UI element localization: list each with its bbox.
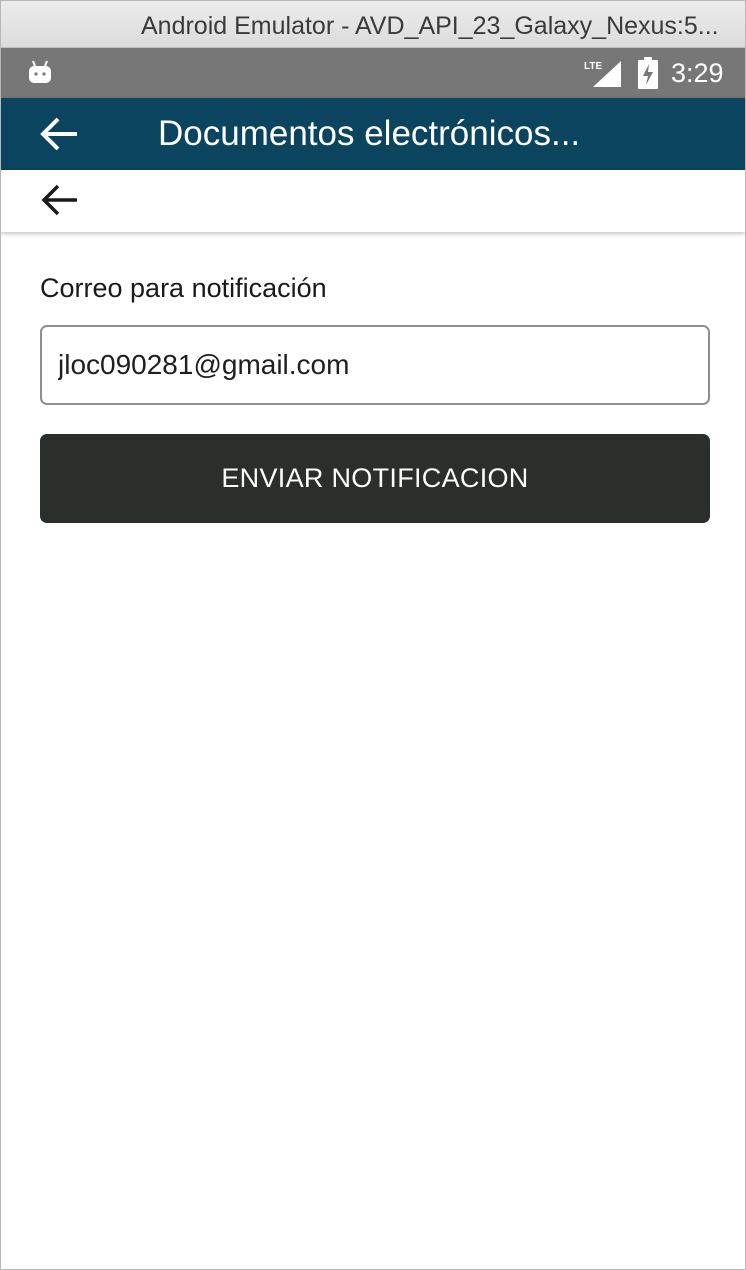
send-notification-button[interactable]: ENVIAR NOTIFICACION: [40, 434, 710, 523]
window-titlebar: Android Emulator - AVD_API_23_Galaxy_Nex…: [1, 1, 745, 48]
android-status-bar: LTE 3:29: [1, 48, 745, 98]
app-toolbar: Documentos electrónicos...: [1, 98, 745, 170]
page-title: Documentos electrónicos...: [158, 114, 581, 153]
android-debug-icon: [29, 60, 51, 83]
battery-charging-icon: [638, 57, 658, 89]
lte-signal-icon: LTE: [584, 61, 621, 87]
email-field[interactable]: [40, 325, 710, 405]
window-title: Android Emulator - AVD_API_23_Galaxy_Nex…: [141, 12, 719, 40]
status-clock: 3:29: [671, 58, 724, 88]
arrow-back-icon[interactable]: [41, 182, 79, 218]
email-field-label: Correo para notificación: [40, 273, 327, 303]
svg-text:LTE: LTE: [584, 61, 602, 72]
emulator-window: Android Emulator - AVD_API_23_Galaxy_Nex…: [0, 0, 746, 1270]
navigation-bar: [1, 170, 745, 232]
arrow-back-icon[interactable]: [39, 115, 79, 153]
